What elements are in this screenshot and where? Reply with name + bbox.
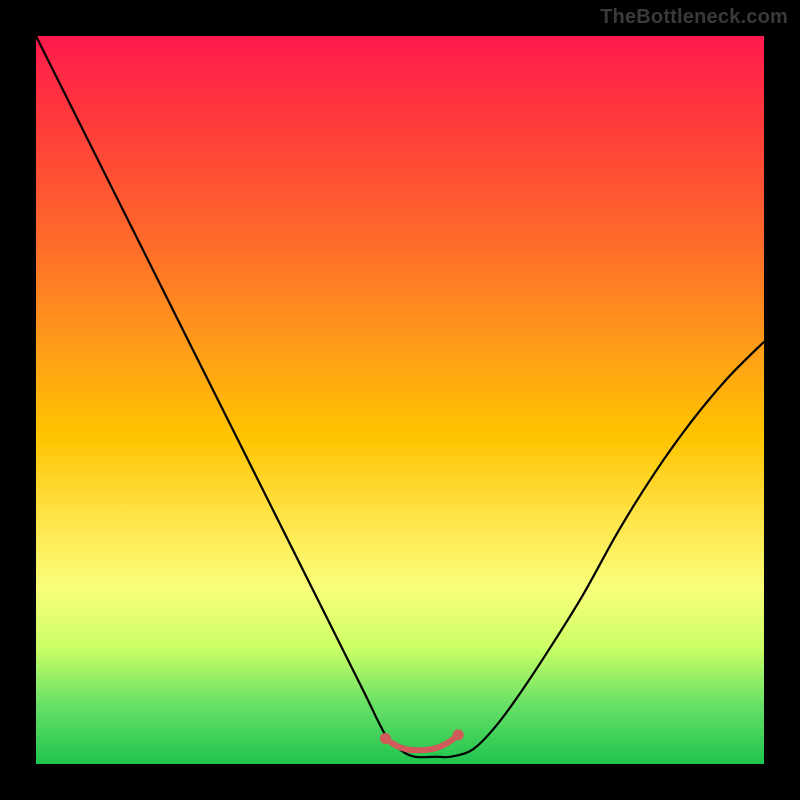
watermark-label: TheBottleneck.com bbox=[600, 6, 788, 29]
gradient-background bbox=[36, 36, 764, 764]
chart-stage: TheBottleneck.com bbox=[0, 0, 800, 800]
